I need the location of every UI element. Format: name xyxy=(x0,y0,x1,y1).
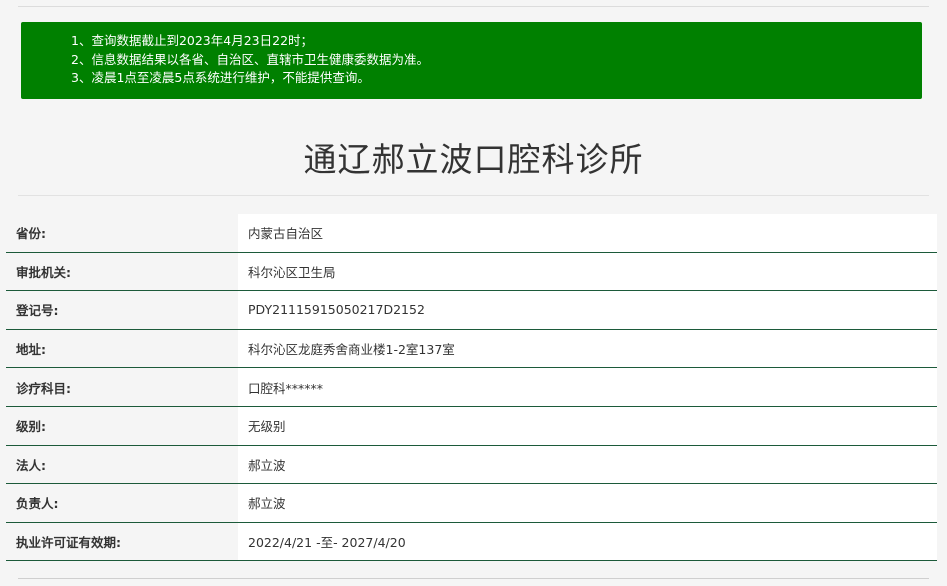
row-value: 科尔沁区卫生局 xyxy=(238,252,937,291)
table-row-approval-authority: 审批机关: 科尔沁区卫生局 xyxy=(6,252,937,292)
bottom-divider xyxy=(18,578,929,579)
row-label: 省份: xyxy=(6,214,238,252)
notice-banner: 1、查询数据截止到2023年4月23日22时； 2、信息数据结果以各省、自治区、… xyxy=(21,22,922,99)
top-divider xyxy=(18,6,929,7)
notice-line-1: 1、查询数据截止到2023年4月23日22时； xyxy=(71,33,314,48)
row-label: 登记号: xyxy=(6,291,238,329)
row-label: 法人: xyxy=(6,445,238,484)
row-label: 诊疗科目: xyxy=(6,368,238,406)
table-row-treatment-subjects: 诊疗科目: 口腔科****** xyxy=(6,368,937,407)
notice-line-3: 3、凌晨1点至凌晨5点系统进行维护，不能提供查询。 xyxy=(71,70,370,85)
row-label: 审批机关: xyxy=(6,252,238,291)
title-divider xyxy=(18,195,929,196)
row-label: 负责人: xyxy=(6,484,238,522)
table-row-address: 地址: 科尔沁区龙庭秀舍商业楼1-2室137室 xyxy=(6,329,937,369)
row-value: 口腔科****** xyxy=(238,368,937,406)
table-row-level: 级别: 无级别 xyxy=(6,406,937,446)
notice-line-2: 2、信息数据结果以各省、自治区、直辖市卫生健康委数据为准。 xyxy=(71,51,429,67)
table-row-license-validity: 执业许可证有效期: 2022/4/21 -至- 2027/4/20 xyxy=(6,522,937,562)
row-value: 无级别 xyxy=(238,406,937,445)
page-title: 通辽郝立波口腔科诊所 xyxy=(303,140,644,179)
row-value: 郝立波 xyxy=(238,484,937,522)
row-value: PDY21115915050217D2152 xyxy=(238,291,937,329)
table-row-registration-number: 登记号: PDY21115915050217D2152 xyxy=(6,291,937,330)
table-row-person-in-charge: 负责人: 郝立波 xyxy=(6,484,937,523)
row-value: 2022/4/21 -至- 2027/4/20 xyxy=(238,522,937,561)
row-label: 级别: xyxy=(6,406,238,445)
row-value: 内蒙古自治区 xyxy=(238,214,937,252)
row-value: 郝立波 xyxy=(238,445,937,484)
clinic-info-table: 省份: 内蒙古自治区 审批机关: 科尔沁区卫生局 登记号: PDY2111591… xyxy=(6,214,937,562)
row-value: 科尔沁区龙庭秀舍商业楼1-2室137室 xyxy=(238,329,937,368)
row-label: 执业许可证有效期: xyxy=(6,522,238,561)
row-label: 地址: xyxy=(6,329,238,368)
table-row-legal-person: 法人: 郝立波 xyxy=(6,445,937,485)
table-row-province: 省份: 内蒙古自治区 xyxy=(6,214,937,253)
